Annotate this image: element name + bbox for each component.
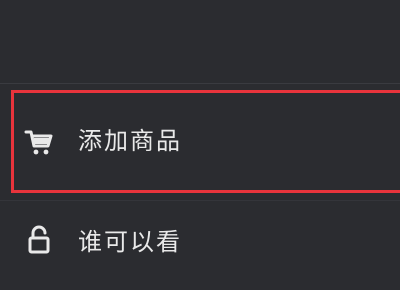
top-divider <box>0 83 400 84</box>
item-divider <box>0 200 400 201</box>
add-product-label: 添加商品 <box>78 127 182 155</box>
shopping-cart-icon <box>22 125 56 159</box>
who-can-see-item[interactable]: 谁可以看 <box>0 206 400 272</box>
unlock-icon <box>22 223 56 257</box>
add-product-item[interactable]: 添加商品 <box>0 91 400 193</box>
share-options-panel: 添加商品 谁可以看 <box>0 0 400 290</box>
who-can-see-label: 谁可以看 <box>78 228 182 256</box>
